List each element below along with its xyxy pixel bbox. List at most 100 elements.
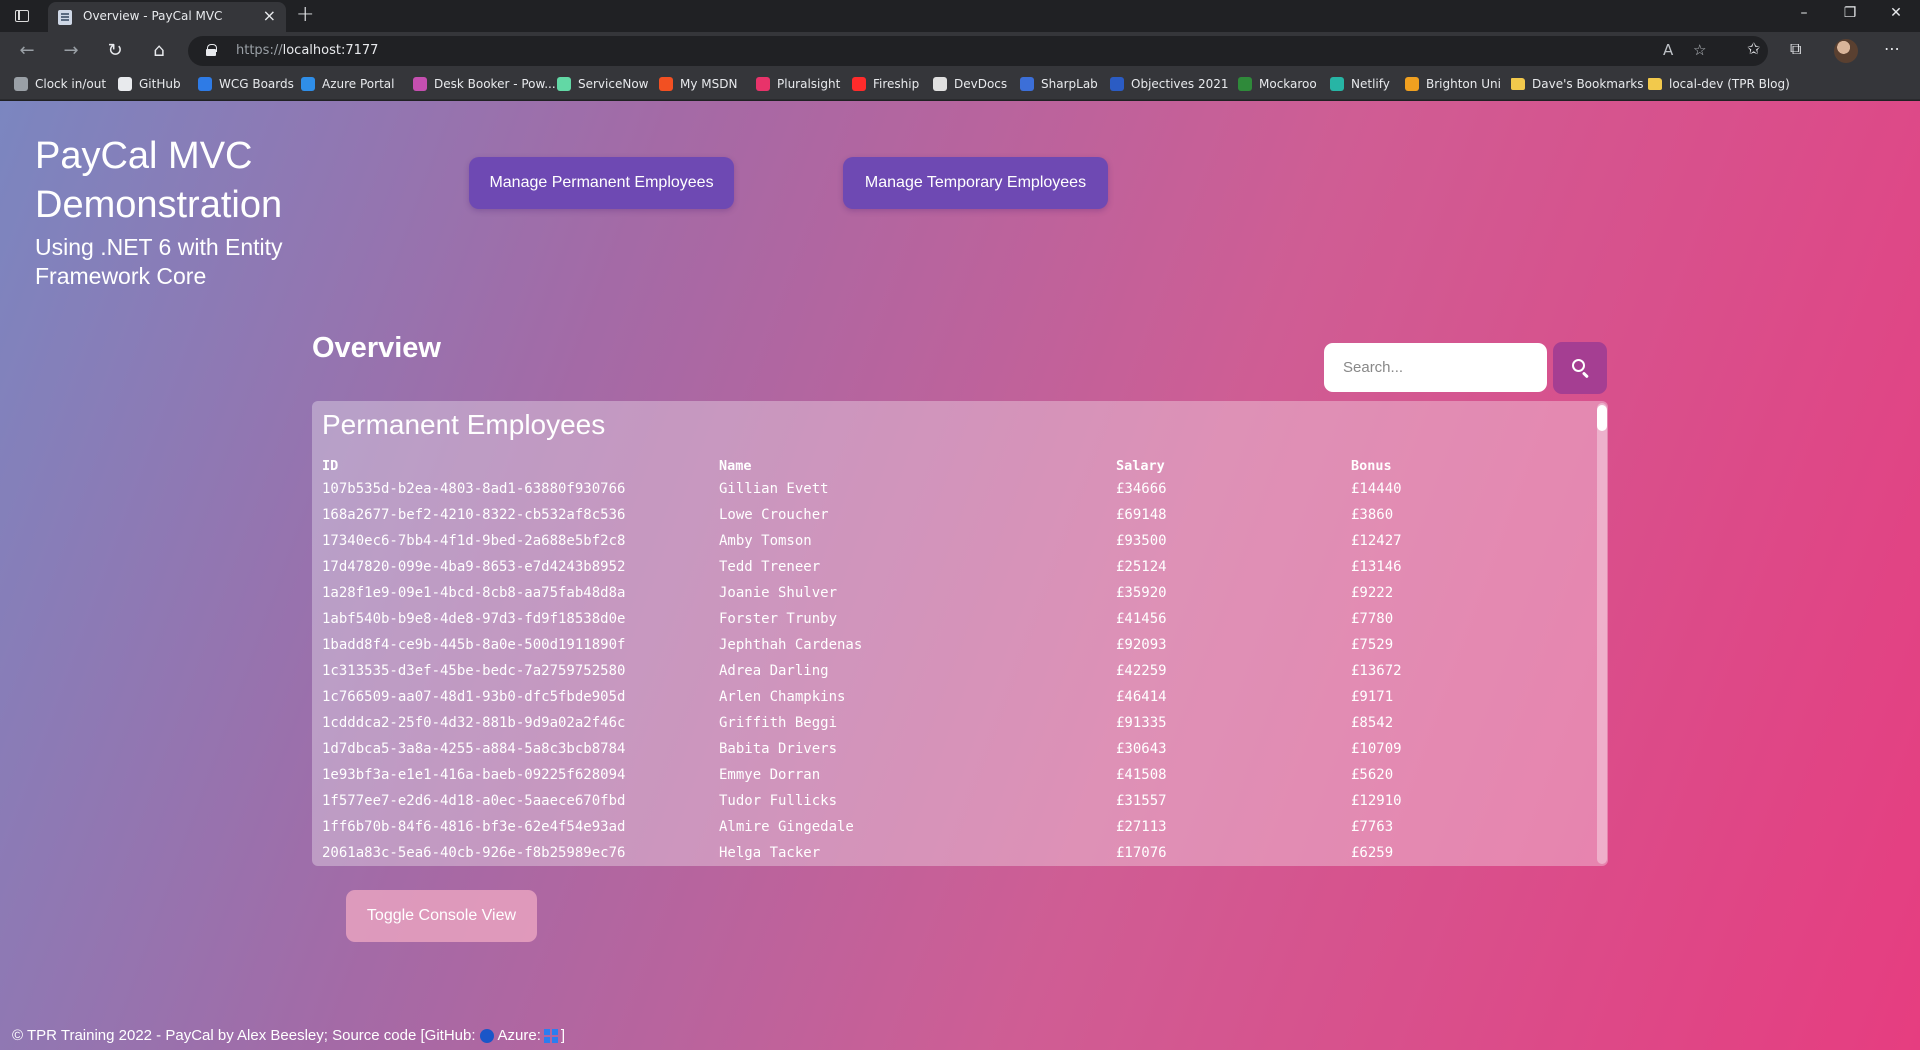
- bookmark-item[interactable]: Objectives 2021: [1110, 77, 1229, 91]
- bookmark-item[interactable]: local-dev (TPR Blog): [1648, 77, 1790, 91]
- cell-id: 1f577ee7-e2d6-4d18-a0ec-5aaece670fbd: [322, 793, 626, 809]
- bookmark-item[interactable]: ServiceNow: [557, 77, 648, 91]
- bookmark-item[interactable]: Clock in/out: [14, 77, 106, 91]
- bookmark-item[interactable]: GitHub: [118, 77, 181, 91]
- bookmark-item[interactable]: Netlify: [1330, 77, 1390, 91]
- bookmark-item[interactable]: Pluralsight: [756, 77, 840, 91]
- table-row: 168a2677-bef2-4210-8322-cb532af8c536 Lowe…: [322, 502, 1590, 528]
- cell-salary: £91335: [1116, 715, 1167, 731]
- cell-bonus: £9222: [1351, 585, 1394, 601]
- tab-close-icon[interactable]: ×: [263, 6, 276, 25]
- bookmark-label: Objectives 2021: [1131, 77, 1229, 91]
- search-input[interactable]: [1324, 343, 1547, 392]
- column-header-bonus: Bonus: [1351, 457, 1392, 474]
- table-scrollbar[interactable]: [1597, 403, 1607, 864]
- bookmark-item[interactable]: SharpLab: [1020, 77, 1098, 91]
- cell-name: Jephthah Cardenas: [719, 637, 863, 653]
- table-row: 1f577ee7-e2d6-4d18-a0ec-5aaece670fbd Tudo…: [322, 788, 1590, 814]
- cell-name: Tudor Fullicks: [719, 793, 838, 809]
- servicenow-icon: [557, 77, 571, 91]
- favorites-icon[interactable]: ✩: [1747, 39, 1760, 58]
- cell-salary: £93500: [1116, 533, 1167, 549]
- cell-bonus: £3860: [1351, 507, 1394, 523]
- page-title: Overview: [312, 332, 441, 364]
- table-header-row: ID Name Salary Bonus: [322, 455, 1590, 476]
- bookmark-item[interactable]: Fireship: [852, 77, 919, 91]
- cell-id: 1c313535-d3ef-45be-bedc-7a2759752580: [322, 663, 626, 679]
- address-bar[interactable]: https://localhost:7177 A ☆: [188, 36, 1768, 66]
- folder-icon: [1511, 78, 1525, 90]
- table-row: 1cdddca2-25f0-4d32-881b-9d9a02a2f46c Grif…: [322, 710, 1590, 736]
- cell-name: Tedd Treneer: [719, 559, 821, 575]
- bookmark-item[interactable]: Dave's Bookmarks: [1511, 77, 1644, 91]
- new-tab-icon[interactable]: +: [296, 2, 314, 27]
- scrollbar-thumb[interactable]: [1597, 405, 1607, 431]
- bookmark-label: WCG Boards: [219, 77, 294, 91]
- address-url[interactable]: https://localhost:7177: [236, 43, 378, 58]
- manage-temporary-button[interactable]: Manage Temporary Employees: [843, 157, 1108, 209]
- cell-bonus: £12427: [1351, 533, 1402, 549]
- bookmark-item[interactable]: DevDocs: [933, 77, 1007, 91]
- azure-icon[interactable]: [543, 1028, 558, 1043]
- cell-bonus: £12910: [1351, 793, 1402, 809]
- table-row: 1abf540b-b9e8-4de8-97d3-fd9f18538d0e Fors…: [322, 606, 1590, 632]
- cell-salary: £46414: [1116, 689, 1167, 705]
- tab-actions-icon[interactable]: [12, 7, 32, 25]
- cell-salary: £69148: [1116, 507, 1167, 523]
- cell-name: Emmye Dorran: [719, 767, 821, 783]
- back-icon[interactable]: ←: [14, 38, 40, 64]
- table-row: 1d7dbca5-3a8a-4255-a884-5a8c3bcb8784 Babi…: [322, 736, 1590, 762]
- toggle-console-button[interactable]: Toggle Console View: [346, 890, 537, 942]
- cell-name: Adrea Darling: [719, 663, 829, 679]
- brighton-icon: [1405, 77, 1419, 91]
- browser-tab-active[interactable]: Overview - PayCal MVC ×: [48, 2, 286, 32]
- footer-text: © TPR Training 2022 - PayCal by Alex Bee…: [12, 1027, 476, 1044]
- cell-salary: £42259: [1116, 663, 1167, 679]
- minimize-icon[interactable]: –: [1794, 5, 1814, 21]
- table-row: 1ff6b70b-84f6-4816-bf3e-62e4f54e93ad Almi…: [322, 814, 1590, 840]
- bookmark-item[interactable]: WCG Boards: [198, 77, 294, 91]
- cell-name: Helga Tacker: [719, 845, 821, 861]
- github-icon[interactable]: [479, 1028, 494, 1043]
- profile-avatar[interactable]: [1834, 39, 1858, 63]
- bookmark-label: ServiceNow: [578, 77, 649, 91]
- devdocs-icon: [933, 77, 947, 91]
- read-aloud-icon[interactable]: A: [1663, 41, 1673, 59]
- tab-title: Overview - PayCal MVC: [83, 9, 223, 23]
- forward-icon[interactable]: →: [58, 38, 84, 64]
- search-icon: [1572, 359, 1585, 372]
- bookmark-item[interactable]: Desk Booker - Pow...: [413, 77, 556, 91]
- cell-bonus: £7780: [1351, 611, 1394, 627]
- bookmark-item[interactable]: Mockaroo: [1238, 77, 1317, 91]
- reload-icon[interactable]: ↻: [102, 38, 128, 64]
- github-icon: [118, 77, 132, 91]
- table-row: 1c313535-d3ef-45be-bedc-7a2759752580 Adre…: [322, 658, 1590, 684]
- home-icon[interactable]: ⌂: [146, 38, 172, 64]
- restore-icon[interactable]: ❐: [1840, 5, 1860, 21]
- collections-icon[interactable]: ⧉: [1790, 39, 1801, 59]
- cell-bonus: £10709: [1351, 741, 1402, 757]
- cell-id: 1ff6b70b-84f6-4816-bf3e-62e4f54e93ad: [322, 819, 626, 835]
- bookmark-item[interactable]: My MSDN: [659, 77, 737, 91]
- table-row: 17d47820-099e-4ba9-8653-e7d4243b8952 Tedd…: [322, 554, 1590, 580]
- window-close-icon[interactable]: ✕: [1886, 5, 1906, 21]
- manage-permanent-button[interactable]: Manage Permanent Employees: [469, 157, 734, 209]
- cell-name: Joanie Shulver: [719, 585, 838, 601]
- menu-more-icon[interactable]: ⋯: [1884, 39, 1900, 58]
- pluralsight-icon: [756, 77, 770, 91]
- favorite-add-icon[interactable]: ☆: [1693, 41, 1706, 59]
- bookmark-label: Dave's Bookmarks: [1532, 77, 1644, 91]
- search-button[interactable]: [1553, 342, 1607, 394]
- bookmark-label: SharpLab: [1041, 77, 1098, 91]
- cell-bonus: £8542: [1351, 715, 1394, 731]
- bookmark-label: local-dev (TPR Blog): [1669, 77, 1790, 91]
- bookmark-label: GitHub: [139, 77, 181, 91]
- lock-icon[interactable]: [206, 44, 217, 56]
- bookmark-item[interactable]: Azure Portal: [301, 77, 394, 91]
- permanent-employees-panel: Permanent Employees ID Name Salary Bonus…: [312, 401, 1608, 866]
- bookmark-label: Mockaroo: [1259, 77, 1317, 91]
- cell-salary: £31557: [1116, 793, 1167, 809]
- browser-tab-bar: Overview - PayCal MVC × + – ❐ ✕: [0, 0, 1920, 32]
- cell-salary: £30643: [1116, 741, 1167, 757]
- bookmark-item[interactable]: Brighton Uni: [1405, 77, 1501, 91]
